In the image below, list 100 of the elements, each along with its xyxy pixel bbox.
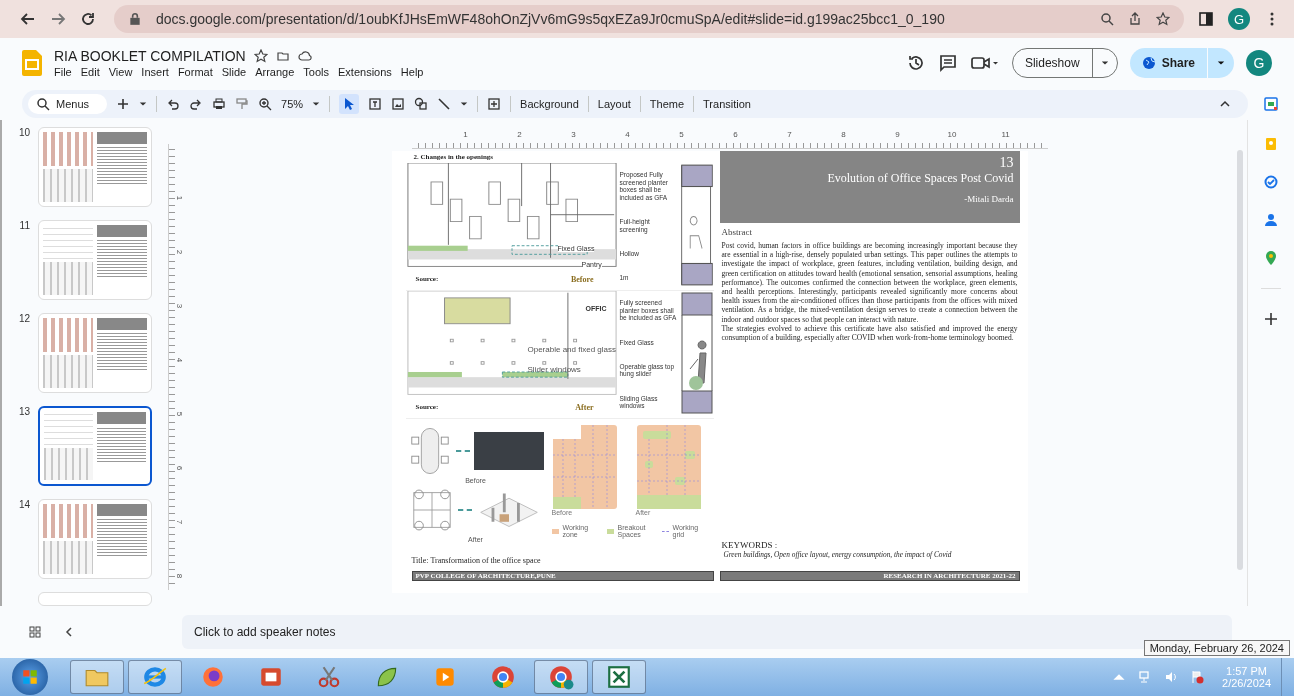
side-panel-icon[interactable] — [1198, 11, 1214, 27]
ruler-number: 7 — [786, 130, 793, 141]
cloud-icon[interactable] — [297, 49, 312, 63]
slide-number: 11 — [18, 220, 30, 233]
move-folder-icon[interactable] — [275, 49, 290, 63]
toolbar-button[interactable]: Transition — [703, 98, 751, 110]
figure-caption: Before — [571, 275, 594, 284]
calendar-icon[interactable] — [1263, 96, 1279, 112]
line-icon[interactable] — [437, 97, 452, 111]
comment-icon[interactable] — [937, 53, 958, 73]
scrollbar-thumb[interactable] — [1237, 150, 1243, 570]
menu-item[interactable]: Help — [400, 66, 424, 78]
back-icon[interactable] — [20, 11, 36, 27]
slide-number: 14 — [17, 499, 30, 512]
start-button[interactable] — [12, 659, 48, 695]
share-button[interactable]: Share — [1129, 48, 1234, 78]
toolbar-button[interactable]: Theme — [649, 98, 685, 110]
article-title: Evolution of Office Spaces Post Covid — [827, 171, 1014, 186]
address-bar[interactable]: docs.google.com/presentation/d/1oubKfJHsEmWF48ohOnZjVv6mG9s5qxEZa9Jr0cmuSpA/edit#slide=id.g199ac25bcc1_0_190 — [114, 5, 1184, 33]
menus-search[interactable]: Menus — [28, 94, 108, 114]
paint-format-icon[interactable] — [235, 97, 250, 111]
insert-box-icon[interactable] — [487, 97, 502, 111]
caret-icon[interactable] — [1217, 60, 1225, 66]
zoom-icon[interactable] — [258, 97, 273, 111]
ruler-number: 11 — [1001, 130, 1010, 141]
profile-avatar[interactable]: G — [1246, 50, 1272, 76]
ruler-number: 1 — [173, 194, 184, 203]
taskbar-app[interactable] — [592, 660, 646, 694]
profile-avatar[interactable]: G — [1228, 8, 1250, 30]
photo-placeholder — [473, 432, 544, 470]
taskbar-app[interactable] — [128, 660, 182, 694]
map-pin-icon[interactable] — [1263, 250, 1279, 266]
menu-item[interactable]: Format — [177, 66, 213, 78]
slide-number: 12 — [17, 313, 30, 326]
drawing-label: Operable and fixed glass — [527, 345, 616, 354]
ruler-number: 1 — [462, 130, 469, 141]
new-slide-icon[interactable] — [116, 97, 131, 111]
flag-alert-icon[interactable] — [1190, 670, 1205, 684]
person-icon[interactable] — [1263, 212, 1279, 228]
scissors-icon — [316, 664, 342, 690]
ruler-number: 4 — [624, 130, 631, 141]
slide-number: 10 — [17, 127, 30, 140]
toolbar-button[interactable]: Layout — [597, 98, 631, 110]
caret-icon[interactable] — [139, 101, 148, 107]
shape-icon[interactable] — [414, 97, 429, 111]
menu-item[interactable]: Arrange — [255, 66, 295, 78]
check-circle-icon[interactable] — [1263, 174, 1279, 190]
text-box-icon[interactable] — [368, 97, 383, 111]
chrome-logo-icon — [490, 664, 516, 690]
menu-item[interactable]: Extensions — [338, 66, 392, 78]
print-icon[interactable] — [212, 97, 227, 111]
figure-title: Title: Transformation of the office space — [411, 556, 542, 565]
search-icon — [36, 97, 50, 111]
ruler-number: 3 — [570, 130, 577, 141]
menu-item[interactable]: Tools — [303, 66, 329, 78]
add-icon[interactable] — [1263, 311, 1279, 327]
grid-view-icon[interactable] — [28, 625, 42, 639]
ruler-number: 9 — [894, 130, 901, 141]
ruler-number: 7 — [173, 518, 184, 527]
lock-icon — [128, 12, 142, 26]
ruler-number: 8 — [173, 572, 184, 581]
ruler-number: 2 — [173, 248, 184, 257]
caret-icon[interactable] — [1100, 60, 1109, 66]
star-icon[interactable] — [253, 49, 268, 63]
globe-icon — [1141, 56, 1156, 70]
menu-item[interactable]: File — [54, 66, 72, 78]
ruler-number: 6 — [173, 464, 184, 473]
undo-icon[interactable] — [166, 97, 181, 111]
ruler-number: 5 — [678, 130, 685, 141]
document-title[interactable]: RIA BOOKLET COMPILATION — [54, 48, 246, 64]
menu-item[interactable]: View — [108, 66, 133, 78]
menu-item[interactable]: Insert — [141, 66, 169, 78]
ruler-number: 3 — [173, 302, 184, 311]
article-number: 13 — [999, 155, 1014, 171]
spreadsheet-icon — [606, 664, 632, 690]
forward-icon[interactable] — [50, 11, 66, 27]
ruler-number: 4 — [173, 356, 184, 365]
taskbar-app[interactable] — [534, 660, 588, 694]
ruler-number: 10 — [947, 130, 956, 141]
menu-item[interactable]: Edit — [80, 66, 100, 78]
share-page-icon[interactable] — [1128, 12, 1142, 26]
fox-globe-icon — [200, 664, 226, 690]
author-name: -Mitali Darda — [964, 194, 1014, 204]
toolbar-button[interactable]: Background — [520, 98, 579, 110]
chrome-logo-icon — [548, 664, 574, 690]
caret-icon[interactable] — [460, 101, 469, 107]
zoom-select[interactable]: 75% — [281, 98, 304, 110]
zoom-icon[interactable] — [1100, 12, 1114, 26]
image-icon[interactable] — [391, 97, 406, 111]
caret-icon[interactable] — [312, 101, 321, 107]
drawing-label: Slider windows — [527, 365, 581, 374]
slide-number: 13 — [17, 406, 30, 419]
abstract-heading: Abstract — [721, 227, 753, 237]
windows-logo-icon — [21, 668, 39, 686]
ruler-number: 5 — [173, 410, 184, 419]
slide-thumbnail[interactable] — [38, 406, 152, 486]
menu-item[interactable]: Slide — [221, 66, 247, 78]
reload-icon[interactable] — [80, 11, 96, 27]
star-icon[interactable] — [1156, 12, 1170, 26]
taskbar-app[interactable] — [70, 660, 124, 694]
